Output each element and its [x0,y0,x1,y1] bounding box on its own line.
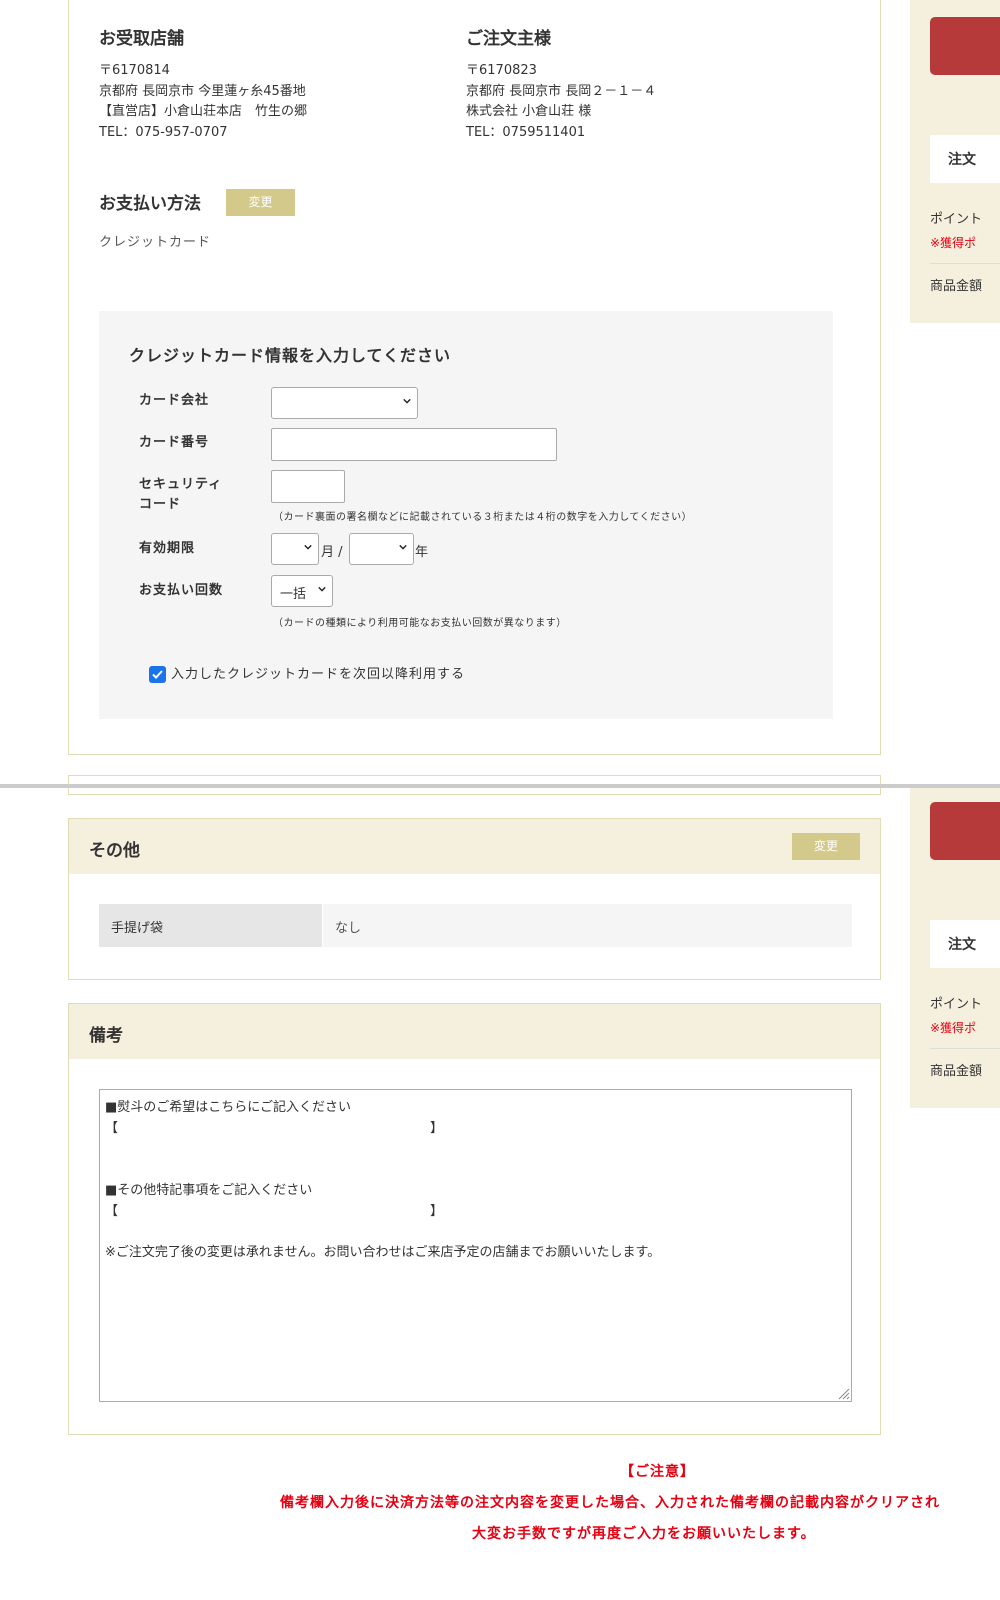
checkmark-icon [152,670,163,679]
caution-line-1: 備考欄入力後に決済方法等の注文内容を変更した場合、入力された備考欄の記載内容がク… [280,1495,940,1511]
expiry-label: 有効期限 [139,541,196,556]
payment-heading: お支払い方法 [99,194,201,214]
remarks-section-title: 備考 [89,1026,123,1046]
card-number-input[interactable] [271,428,557,461]
installments-select[interactable]: 一括 [271,575,333,607]
payment-change-button[interactable]: 変更 [226,189,295,216]
other-section-header: その他 変更 [69,819,880,874]
expiry-month-select[interactable] [271,533,319,565]
chevron-down-icon [304,544,312,550]
installments-value: 一括 [280,587,307,602]
points-note: ※獲得ポ [930,236,977,250]
security-code-label-line1: セキュリティ [139,477,223,492]
chevron-down-icon [399,544,407,550]
order-info-panel: お受取店舗 〒6170814 京都府 長岡京市 今里蓮ヶ糸45番地 【直営店】小… [68,0,881,755]
remarks-section-header: 備考 [69,1004,880,1059]
pickup-store-address-block: 〒6170814 京都府 長岡京市 今里蓮ヶ糸45番地 【直営店】小倉山荘本店 … [99,61,307,143]
subtotal-label: 商品金額 [930,279,983,294]
orderer-address: 京都府 長岡京市 長岡２－１－４ [466,83,657,99]
chevron-down-icon [318,586,326,592]
remarks-line-special: ■その他特記事項をご記入ください [105,1183,313,1198]
points-label: ポイント [930,212,983,227]
order-summary-box-2: 注文 [930,920,1000,968]
order-summary-sidebar-2: 注文 ポイント ※獲得ポ 商品金額 [910,788,1000,1108]
card-company-label: カード会社 [139,393,210,408]
points-label-2: ポイント [930,997,983,1012]
security-code-note: （カード裏面の署名欄などに記載されている３桁または４桁の数字を入力してください） [273,512,693,523]
orderer-heading: ご注文主様 [466,29,551,49]
order-summary-box: 注文 [930,135,1000,183]
pickup-store-name: 【直営店】小倉山荘本店 竹生の郷 [99,104,308,119]
orderer-address-block: 〒6170823 京都府 長岡京市 長岡２－１－４ 株式会社 小倉山荘 様 TE… [466,61,656,143]
credit-card-form-title: クレジットカード情報を入力してください [129,346,452,365]
pickup-tel: TEL：075-957-0707 [99,124,228,140]
orderer-tel: TEL：0759511401 [466,124,586,140]
card-number-label: カード番号 [139,435,210,450]
expiry-year-select[interactable] [349,533,414,565]
remarks-textarea[interactable]: ■熨斗のご希望はこちらにご記入ください 【 】 ■その他特記事項をご記入ください… [99,1089,852,1402]
remarks-line-special-bracket: 【 】 [105,1204,444,1219]
save-card-label[interactable]: 入力したクレジットカードを次回以降利用する [171,663,465,682]
other-change-button[interactable]: 変更 [792,833,860,860]
orderer-postal: 〒6170823 [466,63,537,78]
order-summary-sidebar: 注文 ポイント ※獲得ポ 商品金額 [910,0,1000,323]
remarks-line-notice: ※ご注文完了後の変更は承れません。お問い合わせはご来店予定の店舗までお願いいたし… [105,1245,661,1260]
order-summary-label-2: 注文 [948,937,976,953]
bag-label: 手提げ袋 [99,904,322,947]
security-code-input[interactable] [271,470,345,503]
installments-label: お支払い回数 [139,583,224,598]
subtotal-label-2: 商品金額 [930,1064,983,1079]
other-section-title: その他 [89,841,140,861]
order-summary-label: 注文 [948,152,976,168]
save-card-checkbox[interactable] [149,666,166,683]
installments-note: （カードの種類により利用可能なお支払い回数が異なります） [273,618,567,629]
credit-card-form: クレジットカード情報を入力してください カード会社 カード番号 セキュリティ コ… [99,311,833,719]
card-company-select[interactable] [271,387,418,419]
chevron-down-icon [403,398,411,404]
orderer-name: 株式会社 小倉山荘 様 [466,104,592,119]
remarks-line-noshi: ■熨斗のご希望はこちらにご記入ください [105,1100,352,1115]
bag-value: なし [323,904,852,947]
security-code-label-line2: コード [139,497,182,512]
remarks-section: 備考 ■熨斗のご希望はこちらにご記入ください 【 】 ■その他特記事項をご記入く… [68,1003,881,1435]
pickup-address: 京都府 長岡京市 今里蓮ヶ糸45番地 [99,83,306,99]
expiry-month-unit: 月 / [321,545,343,560]
caution-line-2: 大変お手数ですが再度ご入力をお願いいたします。 [472,1526,816,1542]
other-section: その他 変更 手提げ袋 なし [68,818,881,980]
pickup-store-heading: お受取店舗 [99,29,184,49]
caution-title: 【ご注意】 [620,1464,695,1480]
payment-method-text: クレジットカード [99,235,212,250]
order-submit-button-2[interactable] [930,802,1000,860]
points-note-2: ※獲得ポ [930,1021,977,1035]
sidebar-divider-2 [930,1048,1000,1049]
remarks-line-noshi-bracket: 【 】 [105,1121,444,1136]
pickup-postal: 〒6170814 [99,63,170,78]
page-divider [0,784,1000,788]
order-submit-button[interactable] [930,17,1000,75]
sidebar-divider [930,263,1000,264]
resize-handle-icon[interactable] [836,1386,850,1400]
expiry-year-unit: 年 [415,545,429,560]
